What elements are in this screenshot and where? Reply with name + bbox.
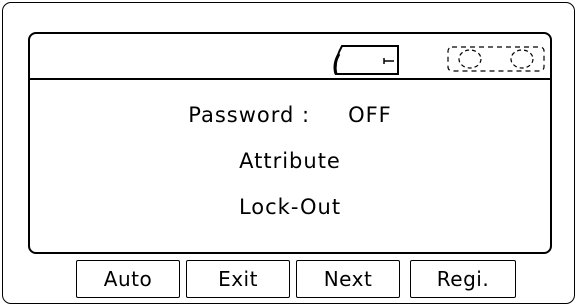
battery-icon — [333, 45, 399, 75]
password-row[interactable]: Password : OFF — [30, 102, 550, 128]
lcd-screen: Password : OFF Attribute Lock-Out — [28, 32, 552, 254]
cassette-icon — [447, 46, 545, 72]
lockout-item[interactable]: Lock-Out — [30, 194, 550, 220]
status-bar — [30, 34, 550, 80]
attribute-item[interactable]: Attribute — [30, 148, 550, 174]
password-label: Password : — [188, 103, 311, 127]
next-button[interactable]: Next — [296, 260, 400, 298]
password-value: OFF — [348, 103, 392, 127]
auto-button[interactable]: Auto — [76, 260, 180, 298]
exit-button[interactable]: Exit — [186, 260, 290, 298]
regi-button[interactable]: Regi. — [410, 260, 516, 298]
